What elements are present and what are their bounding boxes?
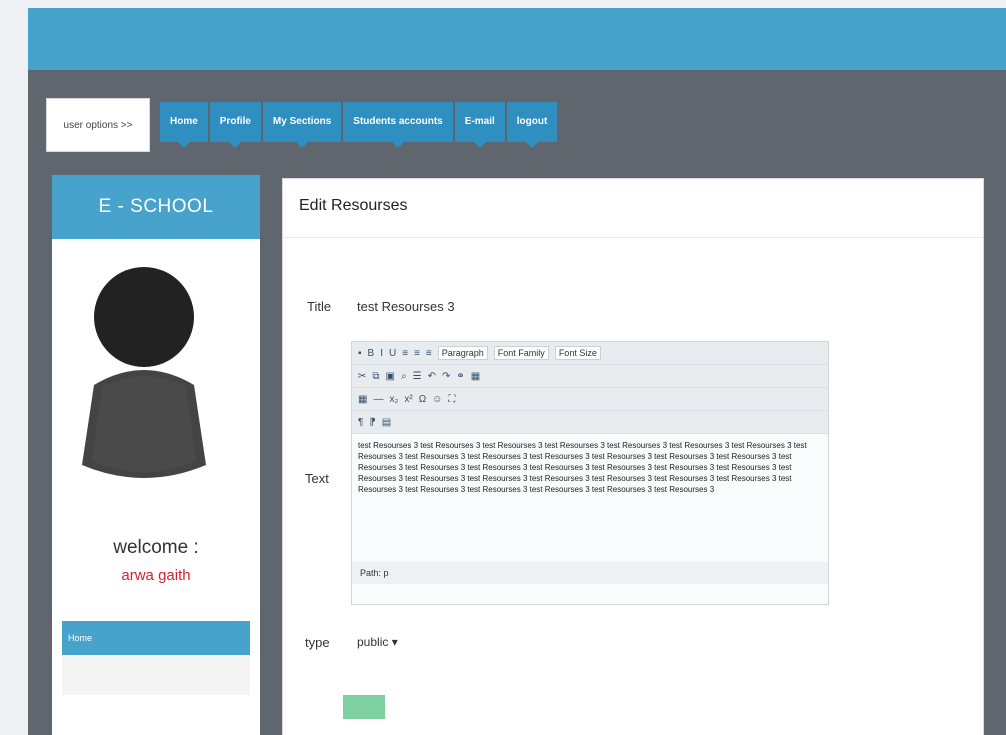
- avatar-icon: [82, 267, 206, 478]
- user-options-button[interactable]: user options >>: [46, 98, 150, 152]
- title-input[interactable]: test Resourses 3: [357, 299, 455, 314]
- font-size-select[interactable]: Font Size: [554, 346, 601, 360]
- nav-tab-profile[interactable]: Profile: [209, 102, 261, 148]
- table-icon[interactable]: ▦: [358, 394, 367, 405]
- editor-content[interactable]: test Resourses 3 test Resourses 3 test R…: [358, 440, 822, 540]
- copy-icon[interactable]: ⧉: [372, 371, 379, 382]
- welcome-label: welcome :: [113, 537, 199, 558]
- list-icon[interactable]: ☰: [413, 371, 422, 382]
- editor-toolbar-row-3: ▦ — x₂ x² Ω ☺ ⛶: [352, 388, 828, 411]
- type-select-value: public: [357, 635, 389, 649]
- align-left-icon[interactable]: ≡: [402, 348, 408, 359]
- save-icon[interactable]: ▪: [358, 348, 362, 359]
- sidebar: E - SCHOOL welcome : arwa gaith Home: [52, 175, 260, 735]
- nav-tab-my-sections[interactable]: My Sections: [262, 102, 342, 148]
- align-right-icon[interactable]: ≡: [426, 348, 432, 359]
- sidebar-title: E - SCHOOL: [52, 175, 260, 239]
- sidebar-menu-rest: [62, 655, 250, 695]
- underline-icon[interactable]: U: [389, 348, 396, 359]
- edit-resource-panel: Edit Resourses Title test Resourses 3 Te…: [282, 178, 984, 735]
- paragraph-mark-icon[interactable]: ¶: [358, 417, 363, 428]
- save-button[interactable]: [343, 695, 385, 719]
- editor-toolbar-row-2: ✂ ⧉ ▣ ⌕ ☰ ↶ ↷ ⚭ ▦: [352, 365, 828, 388]
- subscript-icon[interactable]: x₂: [389, 394, 398, 405]
- type-label: type: [305, 635, 330, 650]
- text-label: Text: [305, 471, 329, 486]
- editor-toolbar-row-4: ¶ ⁋ ▤: [352, 411, 828, 434]
- image-icon[interactable]: ▦: [471, 371, 480, 382]
- top-banner: [28, 8, 1006, 70]
- chevron-down-icon: ▾: [391, 635, 398, 649]
- rich-text-editor[interactable]: ▪ B I U ≡ ≡ ≡ Paragraph Font Family Font…: [351, 341, 829, 605]
- editor-toolbar-row-1: ▪ B I U ≡ ≡ ≡ Paragraph Font Family Font…: [352, 342, 828, 365]
- redo-icon[interactable]: ↷: [442, 371, 450, 382]
- cut-icon[interactable]: ✂: [358, 371, 366, 382]
- nav-tab-students-accounts[interactable]: Students accounts: [343, 102, 453, 148]
- divider: [283, 237, 983, 238]
- superscript-icon[interactable]: x²: [404, 394, 412, 405]
- font-family-select[interactable]: Font Family: [493, 346, 549, 360]
- paragraph-select[interactable]: Paragraph: [437, 346, 488, 360]
- fullscreen-icon[interactable]: ⛶: [448, 394, 455, 405]
- link-icon[interactable]: ⚭: [456, 371, 464, 382]
- emoticon-icon[interactable]: ☺: [432, 394, 442, 405]
- username-label: arwa gaith: [121, 567, 191, 584]
- editor-path-bar: Path: p: [352, 562, 828, 584]
- nav-tab-email[interactable]: E-mail: [454, 102, 505, 148]
- title-label: Title: [307, 299, 332, 314]
- pilcrow-icon[interactable]: ⁋: [369, 417, 375, 428]
- undo-icon[interactable]: ↶: [428, 371, 436, 382]
- nav-tabs: Home Profile My Sections Students accoun…: [160, 98, 558, 152]
- align-center-icon[interactable]: ≡: [414, 348, 420, 359]
- type-select[interactable]: public ▾: [357, 635, 398, 649]
- nav-tab-home[interactable]: Home: [160, 102, 208, 148]
- paste-icon[interactable]: ▣: [386, 371, 395, 382]
- find-icon[interactable]: ⌕: [401, 371, 407, 382]
- browser-screen: user options >> Home Profile My Sections…: [28, 8, 1006, 735]
- main-nav: user options >> Home Profile My Sections…: [46, 98, 558, 152]
- italic-icon[interactable]: I: [380, 348, 383, 359]
- omega-icon[interactable]: Ω: [419, 394, 426, 405]
- panel-title: Edit Resourses: [299, 197, 408, 214]
- nav-tab-logout[interactable]: logout: [506, 102, 558, 148]
- block-icon[interactable]: ▤: [382, 417, 391, 428]
- sidebar-item-home[interactable]: Home: [62, 621, 250, 655]
- hr-icon[interactable]: —: [373, 394, 383, 405]
- bold-icon[interactable]: B: [368, 348, 375, 359]
